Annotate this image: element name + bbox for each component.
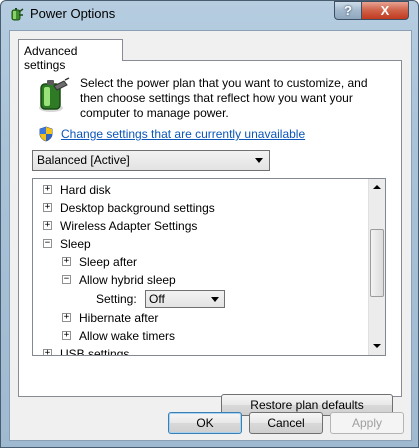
scroll-up-button[interactable] bbox=[369, 179, 385, 196]
collapse-icon[interactable]: − bbox=[62, 275, 71, 284]
expand-icon[interactable]: + bbox=[43, 349, 52, 355]
cancel-button[interactable]: Cancel bbox=[249, 412, 323, 434]
chevron-down-icon bbox=[255, 158, 263, 163]
ok-button[interactable]: OK bbox=[168, 412, 242, 434]
expand-icon[interactable]: + bbox=[43, 203, 52, 212]
tab-advanced-settings[interactable]: Advanced settings bbox=[18, 39, 123, 72]
expand-icon[interactable]: + bbox=[43, 185, 52, 194]
dialog-client-area: Advanced settings Select the power plan … bbox=[9, 30, 412, 441]
apply-button[interactable]: Apply bbox=[330, 412, 404, 434]
tree-item-label: Hard disk bbox=[60, 183, 111, 197]
window-title: Power Options bbox=[30, 6, 116, 21]
tree-item-label: Sleep bbox=[60, 237, 91, 251]
uac-shield-icon bbox=[39, 126, 53, 142]
setting-value: Off bbox=[149, 292, 165, 306]
arrow-down-icon bbox=[373, 344, 381, 348]
power-plan-dropdown[interactable]: Balanced [Active] bbox=[32, 150, 270, 171]
title-bar[interactable]: Power Options ? X bbox=[1, 1, 418, 27]
settings-tree[interactable]: + Hard disk + Desktop background setting… bbox=[32, 178, 386, 356]
advanced-settings-panel: Select the power plan that you want to c… bbox=[18, 60, 402, 416]
tree-item-label: Wireless Adapter Settings bbox=[60, 219, 198, 233]
arrow-up-icon bbox=[373, 185, 381, 189]
collapse-icon[interactable]: − bbox=[43, 239, 52, 248]
change-settings-link[interactable]: Change settings that are currently unava… bbox=[61, 127, 305, 141]
tree-item-label: Hibernate after bbox=[79, 311, 159, 325]
setting-row: Setting: Off bbox=[33, 289, 363, 309]
scroll-thumb[interactable] bbox=[370, 229, 384, 297]
tree-item-label: USB settings bbox=[60, 347, 130, 356]
expand-icon[interactable]: + bbox=[62, 313, 71, 322]
help-button[interactable]: ? bbox=[334, 1, 362, 20]
vertical-scrollbar[interactable] bbox=[368, 179, 385, 355]
hybrid-sleep-setting-dropdown[interactable]: Off bbox=[145, 290, 225, 308]
chevron-down-icon bbox=[211, 297, 219, 302]
close-button[interactable]: X bbox=[361, 1, 409, 20]
power-plan-value: Balanced [Active] bbox=[37, 153, 130, 167]
scroll-down-button[interactable] bbox=[369, 338, 385, 355]
expand-icon[interactable]: + bbox=[62, 331, 71, 340]
intro-text: Select the power plan that you want to c… bbox=[80, 76, 368, 120]
expand-icon[interactable]: + bbox=[62, 257, 71, 266]
tree-item-label: Allow hybrid sleep bbox=[79, 273, 176, 287]
setting-label: Setting: bbox=[96, 292, 137, 306]
tree-item-label: Desktop background settings bbox=[60, 201, 215, 215]
tree-item-label: Sleep after bbox=[79, 255, 138, 269]
tree-item-label: Allow wake timers bbox=[79, 329, 176, 343]
power-options-icon bbox=[11, 8, 24, 21]
battery-plan-icon bbox=[39, 77, 70, 112]
power-options-window: Power Options ? X Advanced settings Sele… bbox=[0, 0, 419, 448]
expand-icon[interactable]: + bbox=[43, 221, 52, 230]
